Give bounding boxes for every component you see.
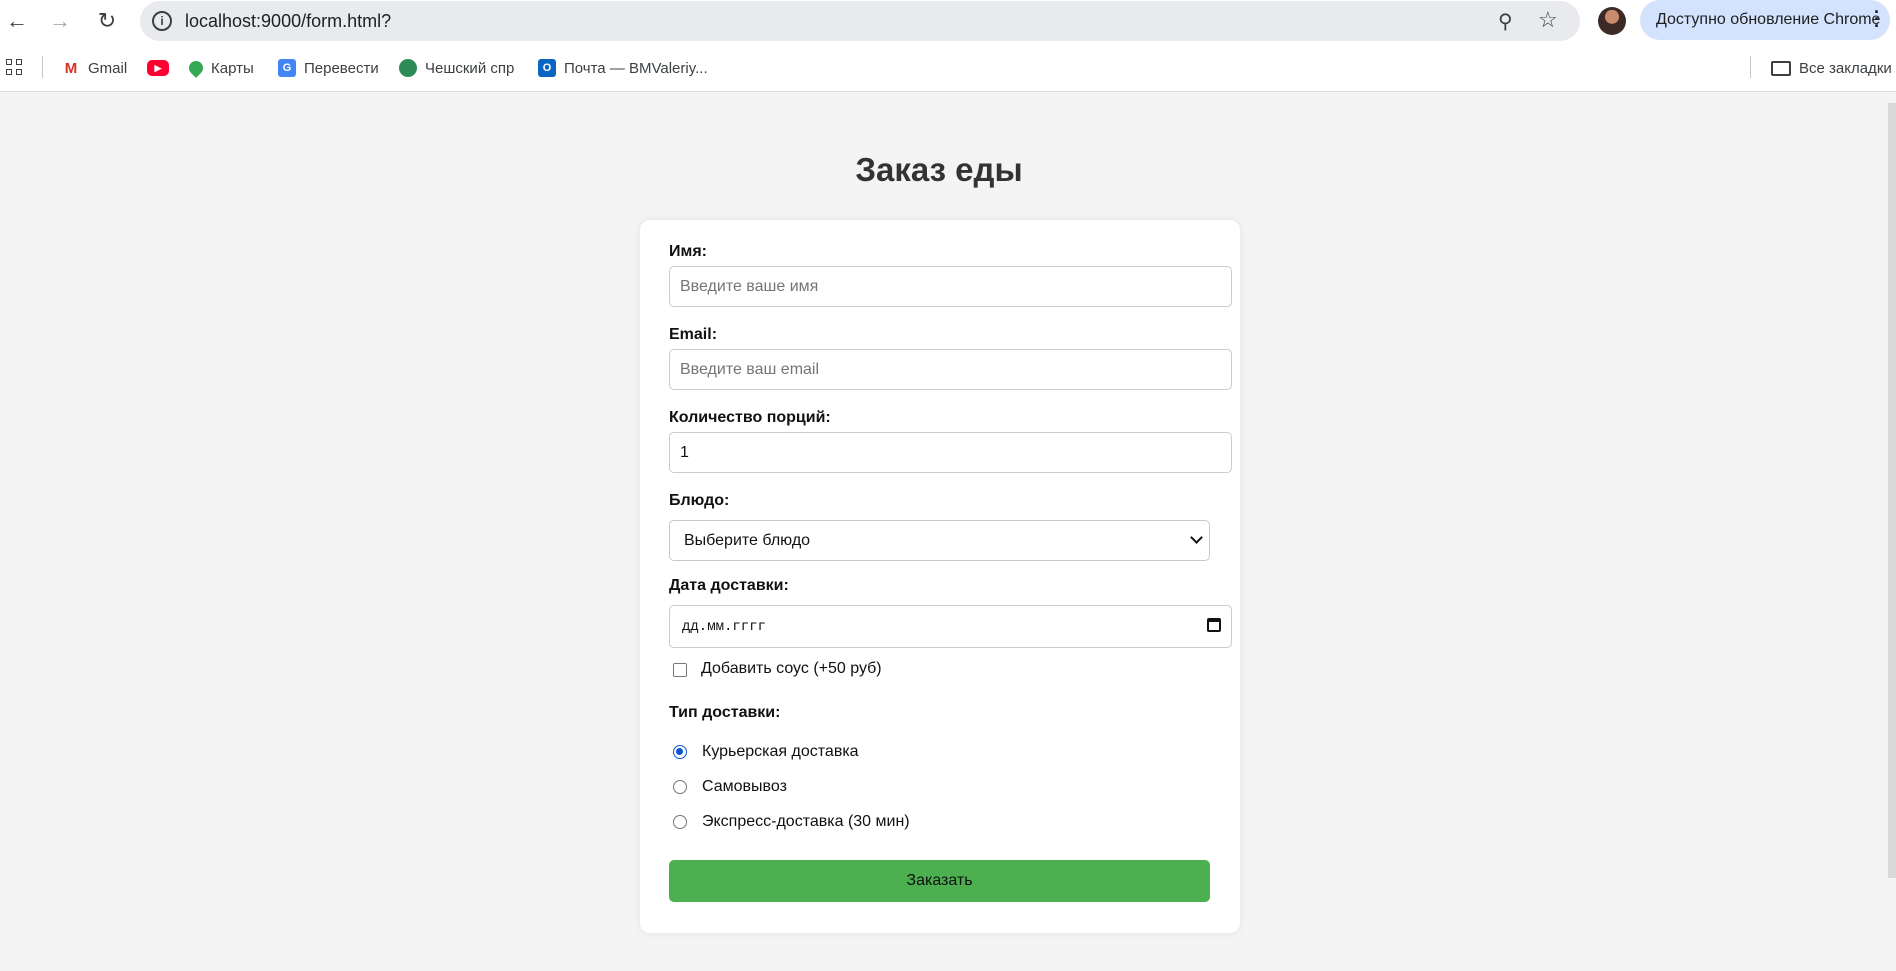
scrollbar[interactable] xyxy=(1888,103,1896,878)
bookmark-label: Карты xyxy=(211,59,254,77)
delivery-radio-express[interactable] xyxy=(673,815,687,829)
sauce-checkbox[interactable] xyxy=(673,663,687,677)
name-input[interactable] xyxy=(669,266,1232,307)
bookmarks-bar: M Gmail ▶ Карты G Перевести Чешский спр … xyxy=(0,42,1896,92)
browser-toolbar: ← → ↻ i localhost:9000/form.html? ⚲ ☆ До… xyxy=(0,0,1896,42)
back-arrow-icon[interactable]: ← xyxy=(2,6,32,36)
forward-arrow-icon[interactable]: → xyxy=(45,6,75,36)
bookmark-star-icon[interactable]: ☆ xyxy=(1538,7,1558,33)
delivery-type-label: Тип доставки: xyxy=(669,704,781,721)
all-bookmarks-label: Все закладки xyxy=(1799,59,1892,77)
portions-input[interactable] xyxy=(669,432,1232,473)
date-label: Дата доставки: xyxy=(669,577,789,594)
delivery-date-input[interactable]: дд.мм.гггг xyxy=(669,605,1232,648)
folder-icon xyxy=(1771,60,1791,76)
bookmark-outlook[interactable]: O Почта — BMValeriy... xyxy=(538,56,708,80)
bookmark-youtube[interactable]: ▶ xyxy=(147,56,169,80)
bookmark-label: Чешский спр xyxy=(425,59,515,77)
delivery-radio-courier[interactable] xyxy=(673,745,687,759)
dish-select[interactable]: Выберите блюдо xyxy=(669,520,1210,561)
site-info-icon[interactable]: i xyxy=(152,11,172,31)
kebab-menu-icon[interactable]: · · · xyxy=(1874,3,1880,35)
dish-selected-value: Выберите блюдо xyxy=(684,531,811,549)
bookmark-czech-dictionary[interactable]: Чешский спр xyxy=(399,56,514,80)
order-form: Имя: Email: Количество порций: Блюдо: Вы… xyxy=(640,220,1240,933)
zoom-icon[interactable]: ⚲ xyxy=(1498,9,1513,34)
apps-grid-icon[interactable] xyxy=(6,59,22,75)
all-bookmarks-button[interactable]: Все закладки xyxy=(1771,56,1892,80)
sauce-label[interactable]: Добавить соус (+50 руб) xyxy=(701,660,882,678)
globe-icon xyxy=(399,59,417,77)
bookmarks-divider xyxy=(42,56,43,78)
map-pin-icon xyxy=(186,58,206,78)
bookmark-label: Почта — BMValeriy... xyxy=(564,59,708,77)
outlook-icon: O xyxy=(538,59,556,77)
bookmark-gmail[interactable]: M Gmail xyxy=(62,56,127,80)
order-submit-button[interactable]: Заказать xyxy=(669,860,1210,902)
reload-icon[interactable]: ↻ xyxy=(92,6,122,36)
address-bar[interactable]: i localhost:9000/form.html? ⚲ ☆ xyxy=(140,1,1580,41)
delivery-option-label[interactable]: Экспресс-доставка (30 мин) xyxy=(702,813,910,831)
delivery-radio-pickup[interactable] xyxy=(673,780,687,794)
page-title: Заказ еды xyxy=(855,151,1023,188)
chevron-down-icon xyxy=(1190,531,1203,544)
bookmarks-divider-right xyxy=(1750,56,1751,78)
delivery-option-label[interactable]: Самовывоз xyxy=(702,778,787,796)
email-input[interactable] xyxy=(669,349,1232,390)
translate-icon: G xyxy=(278,59,296,77)
bookmark-label: Gmail xyxy=(88,59,128,77)
youtube-icon: ▶ xyxy=(147,60,169,76)
portions-label: Количество порций: xyxy=(669,409,831,426)
avatar[interactable] xyxy=(1598,7,1626,35)
gmail-icon: M xyxy=(62,59,80,77)
email-label: Email: xyxy=(669,326,718,343)
calendar-icon[interactable] xyxy=(1207,618,1221,632)
bookmark-maps[interactable]: Карты xyxy=(186,56,254,80)
name-label: Имя: xyxy=(669,243,707,260)
bookmark-translate[interactable]: G Перевести xyxy=(278,56,379,80)
date-placeholder: дд.мм.гггг xyxy=(682,618,767,635)
page-content: Заказ еды Имя: Email: Количество порций:… xyxy=(0,93,1896,971)
chrome-update-label: Доступно обновление Chrome xyxy=(1656,11,1881,28)
delivery-option-label[interactable]: Курьерская доставка xyxy=(702,743,859,761)
bookmark-label: Перевести xyxy=(304,59,379,77)
dish-label: Блюдо: xyxy=(669,492,730,509)
chrome-update-button[interactable]: Доступно обновление Chrome · · · xyxy=(1640,0,1890,40)
url-text[interactable]: localhost:9000/form.html? xyxy=(185,11,391,32)
